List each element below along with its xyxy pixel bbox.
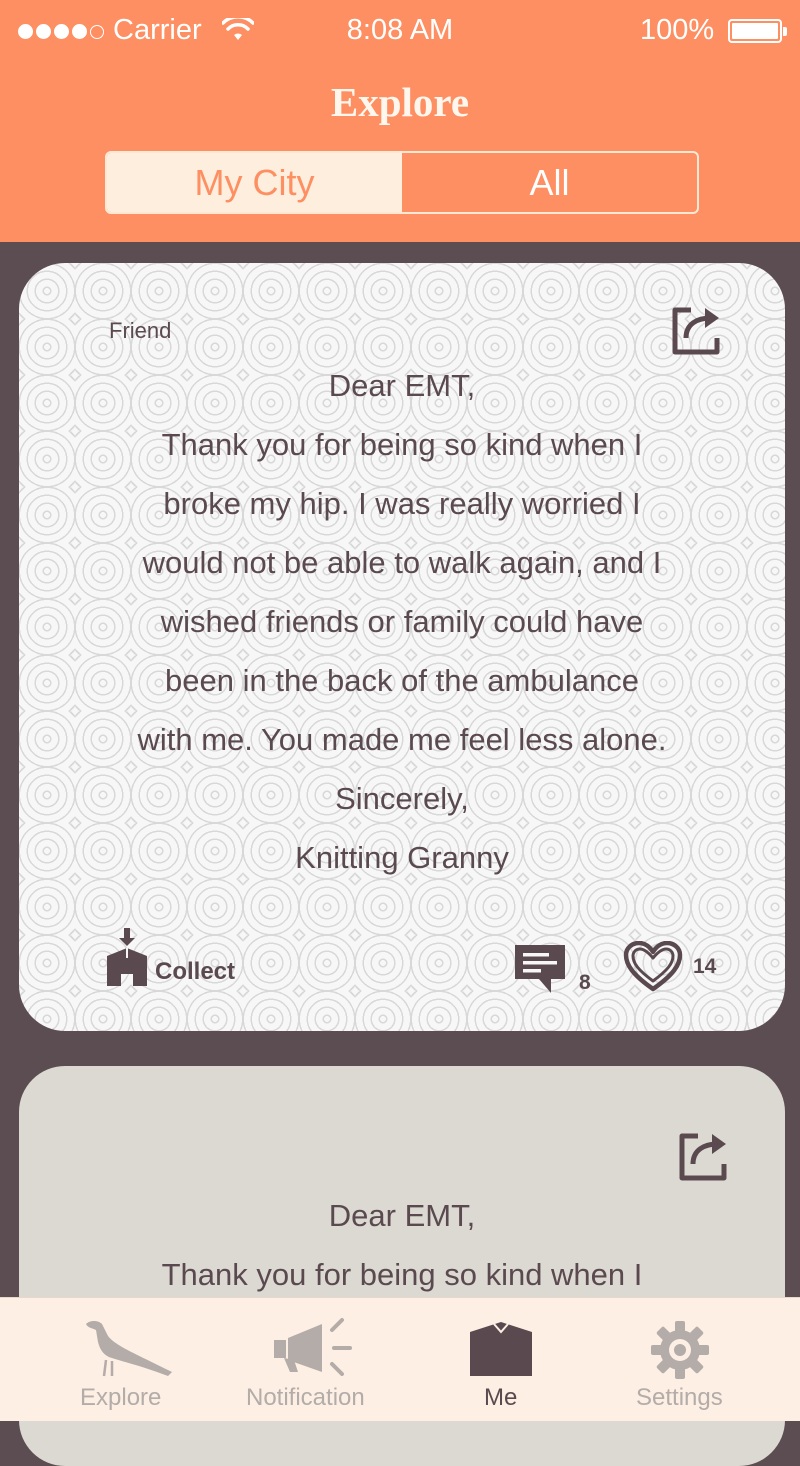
comment-icon — [515, 945, 565, 993]
segment-all[interactable]: All — [402, 153, 697, 212]
letter-line: with me. You made me feel less alone. — [137, 722, 667, 757]
segment-my-city[interactable]: My City — [107, 153, 402, 212]
page-title: Explore — [330, 79, 470, 125]
tab-notification[interactable]: Notification — [240, 1298, 380, 1421]
like-button[interactable]: 14 — [623, 941, 716, 993]
letter-line: broke my hip. I was really worried I — [163, 486, 641, 521]
tab-label: Settings — [636, 1384, 723, 1411]
share-icon[interactable] — [676, 1126, 734, 1184]
tab-bar: Explore Notification Me Settings — [0, 1297, 800, 1421]
letter-line: Thank you for being so kind when I — [161, 427, 643, 462]
letter-line: would not be able to walk again, and I — [142, 545, 662, 580]
battery-percent: 100% — [640, 14, 715, 46]
letter-line: wished friends or family could have — [160, 604, 644, 639]
comments-button[interactable]: 8 — [513, 943, 591, 995]
tab-me[interactable]: Me — [462, 1298, 542, 1421]
share-icon[interactable] — [669, 300, 727, 358]
magpie-bird-icon — [86, 1321, 172, 1377]
comment-count: 8 — [579, 971, 591, 994]
collect-button[interactable]: Collect — [105, 928, 235, 988]
letter-line: Dear EMT, — [328, 368, 476, 403]
letter-text: Dear EMT, Thank you for being so kind wh… — [19, 356, 785, 887]
tab-settings[interactable]: Settings — [632, 1298, 732, 1421]
status-bar: Carrier 8:08 AM 100% — [0, 0, 800, 64]
collect-label: Collect — [155, 958, 236, 985]
letter-line: Thank you for being so kind when I — [161, 1257, 643, 1292]
battery-tip — [783, 27, 787, 36]
letter-card[interactable]: Friend Dear EMT, Thank you for being so … — [19, 263, 785, 1031]
megaphone-icon — [274, 1318, 352, 1376]
collect-box-icon — [107, 928, 147, 986]
tab-explore[interactable]: Explore — [62, 1298, 182, 1421]
tab-label: Me — [484, 1384, 518, 1411]
house-icon — [470, 1322, 532, 1376]
letter-line: Sincerely, — [335, 781, 469, 816]
battery-icon — [728, 19, 782, 43]
city-filter-segmented-control: My City All — [105, 151, 699, 214]
recipient-tag: Friend — [109, 318, 172, 343]
letter-line: Knitting Granny — [295, 840, 509, 875]
letter-line: been in the back of the ambulance — [165, 663, 639, 698]
tab-label: Explore — [80, 1384, 162, 1411]
like-count: 14 — [693, 955, 717, 978]
header: Carrier 8:08 AM 100% Explore My City All — [0, 0, 800, 242]
gear-icon — [651, 1321, 709, 1379]
letter-text: Dear EMT, Thank you for being so kind wh… — [19, 1186, 785, 1304]
heart-icon — [623, 941, 683, 992]
tab-label: Notification — [246, 1384, 365, 1411]
letter-line: Dear EMT, — [328, 1198, 476, 1233]
